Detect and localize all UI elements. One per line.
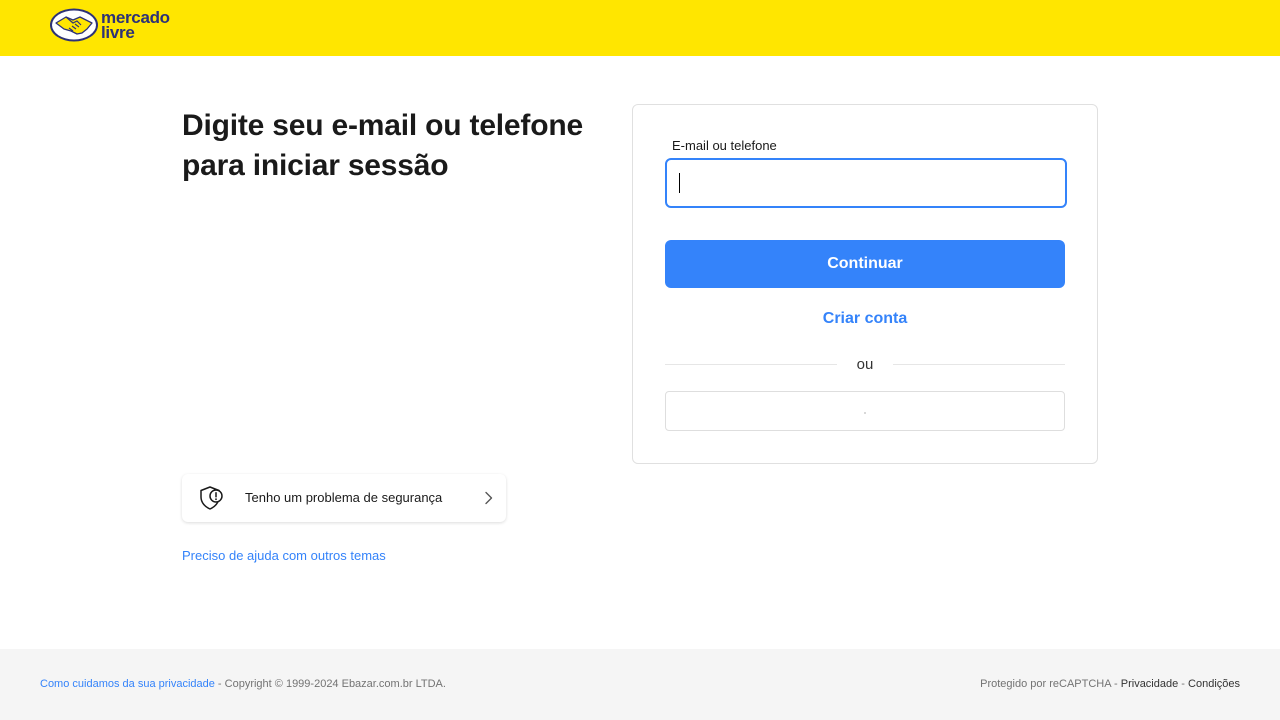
email-or-phone-input[interactable] <box>667 160 1065 206</box>
security-problem-label: Tenho um problema de segurança <box>245 490 443 505</box>
footer-left: Como cuidamos da sua privacidade - Copyr… <box>40 678 446 690</box>
continue-button[interactable]: Continuar <box>665 240 1065 288</box>
recaptcha-text: Protegido por reCAPTCHA - <box>980 678 1121 690</box>
security-problem-button[interactable]: Tenho um problema de segurança <box>182 474 506 522</box>
social-login-button[interactable] <box>665 391 1065 431</box>
recaptcha-terms-link[interactable]: Condições <box>1188 678 1240 690</box>
footer-right: Protegido por reCAPTCHA - Privacidade - … <box>980 678 1240 690</box>
copyright-text: - Copyright © 1999-2024 Ebazar.com.br LT… <box>214 678 446 690</box>
help-other-topics-link[interactable]: Preciso de ajuda com outros temas <box>182 548 386 563</box>
or-divider: ou <box>665 355 1065 375</box>
page-footer: Como cuidamos da sua privacidade - Copyr… <box>0 649 1280 720</box>
chevron-right-icon <box>485 491 493 505</box>
footer-separator: - <box>1178 678 1189 690</box>
text-caret <box>679 173 680 193</box>
page-title: Digite seu e-mail ou telefone para inici… <box>182 109 583 182</box>
divider-line-right <box>893 364 1065 365</box>
create-account-link[interactable]: Criar conta <box>665 310 1065 328</box>
email-field-wrapper <box>665 158 1067 208</box>
logo-line-2: livre <box>101 23 135 42</box>
logo-wordmark: mercado livre <box>101 9 170 42</box>
mercado-livre-logo[interactable]: mercado livre <box>49 7 170 43</box>
handshake-logo-icon <box>50 8 98 42</box>
recaptcha-privacy-link[interactable]: Privacidade <box>1121 678 1178 690</box>
top-header: mercado livre <box>0 0 1280 56</box>
login-card: E-mail ou telefone Continuar Criar conta… <box>632 104 1098 464</box>
privacy-policy-link[interactable]: Como cuidamos da sua privacidade <box>40 678 215 690</box>
shield-alert-icon <box>200 486 223 510</box>
loading-dot <box>864 412 866 414</box>
email-field-label: E-mail ou telefone <box>672 138 777 153</box>
